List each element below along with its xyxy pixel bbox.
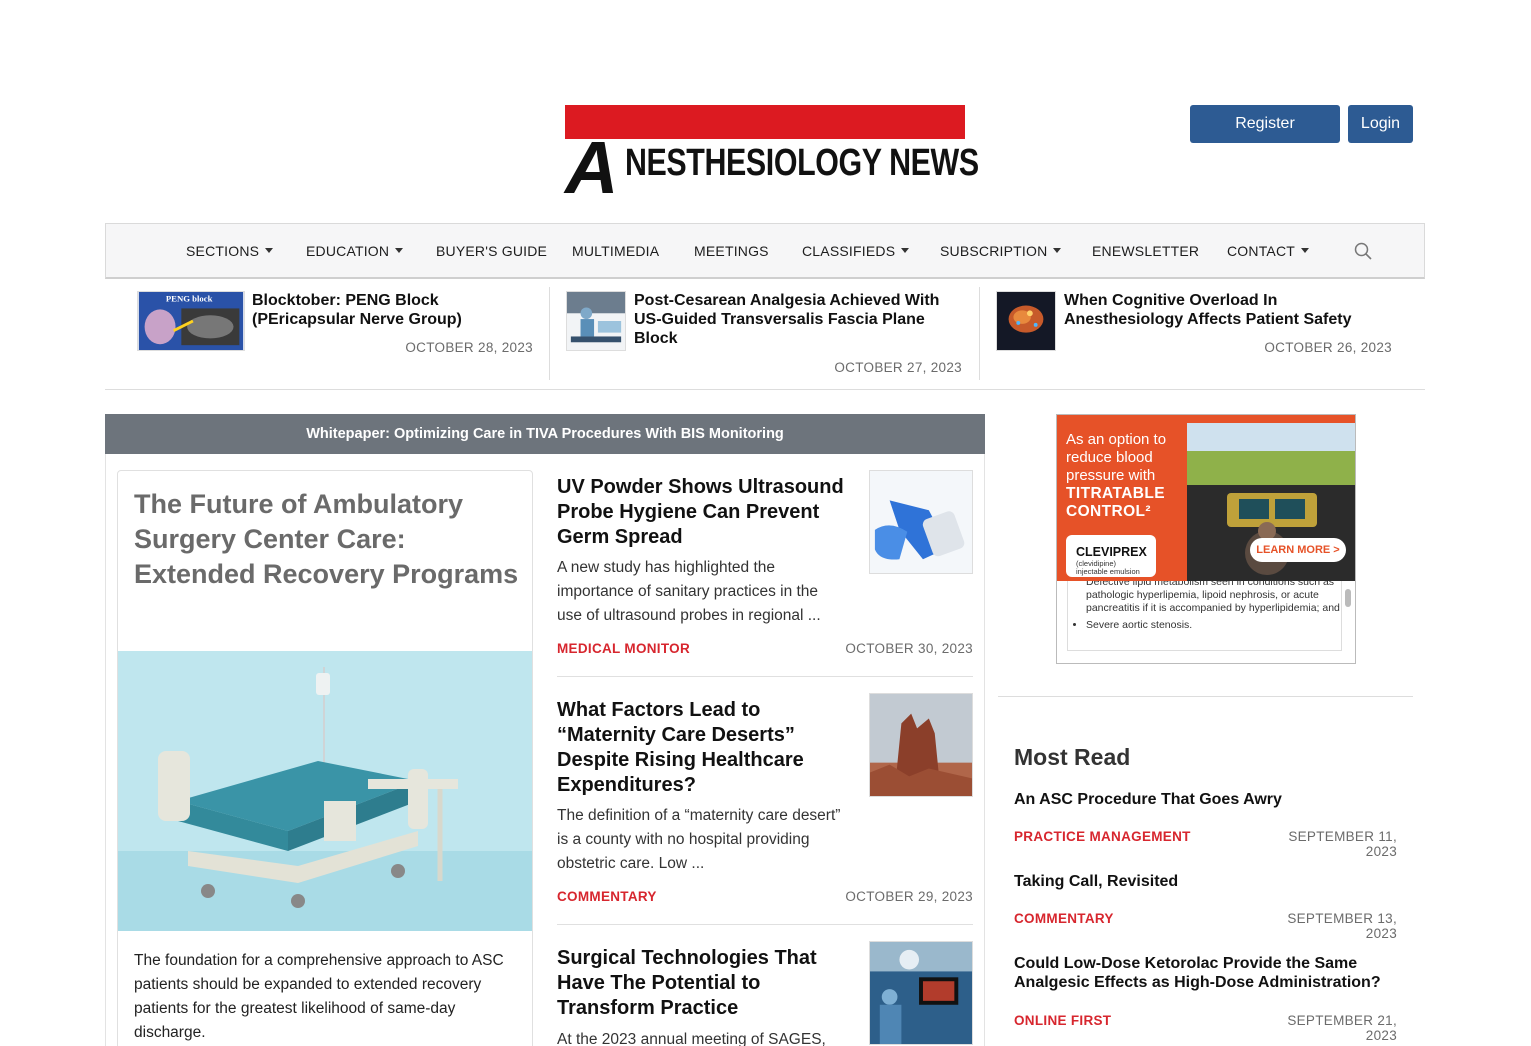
- ad-safety-info[interactable]: Defective lipid metabolism seen in condi…: [1067, 581, 1342, 651]
- ad-line2: TITRATABLE CONTROL²: [1066, 485, 1165, 520]
- divider: [979, 287, 980, 380]
- most-read-title[interactable]: Taking Call, Revisited: [1014, 872, 1404, 891]
- most-read-title[interactable]: Could Low-Dose Ketorolac Provide the Sam…: [1014, 954, 1404, 992]
- article-item[interactable]: What Factors Lead to “Maternity Care Des…: [557, 693, 973, 908]
- ad-brand-sub: (clevidipine) injectable emulsion: [1076, 559, 1140, 576]
- article-excerpt: At the 2023 annual meeting of SAGES,: [557, 1031, 826, 1046]
- caret-down-icon: [1053, 248, 1062, 253]
- most-read-date: SEPTEMBER 11, 2023: [1288, 829, 1397, 859]
- top-story-date: OCTOBER 27, 2023: [834, 360, 962, 375]
- article-date: OCTOBER 29, 2023: [845, 889, 973, 904]
- main-nav: SECTIONS EDUCATION BUYER'S GUIDE MULTIME…: [105, 223, 1425, 279]
- ad-isi-text: Defective lipid metabolism seen in condi…: [1086, 581, 1340, 614]
- article-title[interactable]: Surgical Technologies That Have The Pote…: [557, 946, 847, 1021]
- nav-label: ENEWSLETTER: [1092, 243, 1200, 259]
- article-category[interactable]: MEDICAL MONITOR: [557, 641, 690, 656]
- caret-down-icon: [265, 248, 274, 253]
- register-button[interactable]: Register: [1190, 105, 1340, 143]
- operating-room-image: [869, 941, 973, 1045]
- caret-down-icon: [901, 248, 910, 253]
- clinical-thumbnail: [566, 291, 626, 351]
- most-read-title[interactable]: An ASC Procedure That Goes Awry: [1014, 790, 1404, 809]
- section-divider: [998, 696, 1413, 697]
- nav-meetings[interactable]: MEETINGS: [694, 243, 769, 259]
- ad-learn-more-button[interactable]: LEARN MORE >: [1250, 538, 1346, 562]
- divider: [557, 924, 973, 925]
- feature-summary: The foundation for a comprehensive appro…: [134, 952, 504, 1041]
- nav-label: CLASSIFIEDS: [802, 243, 896, 259]
- top-story-date: OCTOBER 28, 2023: [405, 340, 533, 355]
- top-story-date: OCTOBER 26, 2023: [1264, 340, 1392, 355]
- nav-sections[interactable]: SECTIONS: [186, 243, 274, 259]
- nav-label: CONTACT: [1227, 243, 1296, 259]
- article-item[interactable]: UV Powder Shows Ultrasound Probe Hygiene…: [557, 470, 973, 665]
- nav-label: SECTIONS: [186, 243, 260, 259]
- advertisement[interactable]: As an option to reduce blood pressure wi…: [1056, 414, 1356, 664]
- divider: [549, 287, 550, 380]
- nav-classifieds[interactable]: CLASSIFIEDS: [802, 243, 910, 259]
- ad-isi-item: Severe aortic stenosis.: [1086, 619, 1341, 632]
- divider: [557, 676, 973, 677]
- search-icon[interactable]: [1354, 242, 1372, 260]
- logo-letter: A: [565, 126, 618, 209]
- top-story-title[interactable]: Blocktober: PENG Block (PEricapsular Ner…: [252, 291, 542, 329]
- nav-label: EDUCATION: [306, 243, 390, 259]
- article-item[interactable]: Surgical Technologies That Have The Pote…: [557, 941, 973, 1046]
- nav-subscription[interactable]: SUBSCRIPTION: [940, 243, 1062, 259]
- most-read-date: SEPTEMBER 13, 2023: [1287, 911, 1397, 941]
- brain-thumbnail: [996, 291, 1056, 351]
- feature-title[interactable]: The Future of Ambulatory Surgery Center …: [134, 487, 524, 592]
- most-read-heading: Most Read: [1014, 744, 1131, 770]
- hospital-bed-image: [118, 651, 532, 931]
- caret-down-icon: [1301, 248, 1310, 253]
- caret-down-icon: [395, 248, 404, 253]
- logo-text: NESTHESIOLOGY NEWS: [625, 142, 979, 184]
- nav-label: SUBSCRIPTION: [940, 243, 1048, 259]
- article-excerpt: A new study has highlighted the importan…: [557, 559, 821, 624]
- section-divider: [105, 389, 1425, 390]
- nav-buyers-guide[interactable]: BUYER'S GUIDE: [436, 243, 547, 259]
- article-excerpt: The definition of a “maternity care dese…: [557, 807, 841, 872]
- ad-brand-logo: CLEVIPREX (clevidipine) injectable emuls…: [1066, 535, 1156, 577]
- site-logo[interactable]: A NESTHESIOLOGY NEWS: [565, 105, 979, 209]
- ad-scrollbar[interactable]: [1345, 589, 1351, 607]
- most-read-category[interactable]: PRACTICE MANAGEMENT: [1014, 829, 1191, 844]
- ultrasound-probe-image: [869, 470, 973, 574]
- nav-contact[interactable]: CONTACT: [1227, 243, 1310, 259]
- top-story-title[interactable]: When Cognitive Overload In Anesthesiolog…: [1064, 291, 1384, 329]
- nav-label: BUYER'S GUIDE: [436, 243, 548, 259]
- ad-banner[interactable]: As an option to reduce blood pressure wi…: [1057, 415, 1355, 581]
- peng-block-thumbnail: PENG block: [137, 291, 245, 351]
- article-date: OCTOBER 30, 2023: [845, 641, 973, 656]
- article-title[interactable]: What Factors Lead to “Maternity Care Des…: [557, 698, 847, 798]
- logo-red-bar: [565, 105, 965, 139]
- feature-card[interactable]: The Future of Ambulatory Surgery Center …: [117, 470, 533, 1046]
- article-title[interactable]: UV Powder Shows Ultrasound Probe Hygiene…: [557, 475, 847, 550]
- ad-line1: As an option to reduce blood pressure wi…: [1066, 431, 1167, 484]
- ad-copy: As an option to reduce blood pressure wi…: [1066, 431, 1196, 521]
- top-story-title[interactable]: Post-Cesarean Analgesia Achieved With US…: [634, 291, 954, 348]
- article-category[interactable]: COMMENTARY: [557, 889, 657, 904]
- most-read-category[interactable]: ONLINE FIRST: [1014, 1013, 1111, 1028]
- nav-label: MEETINGS: [694, 243, 769, 259]
- nav-enewsletter[interactable]: ENEWSLETTER: [1092, 243, 1199, 259]
- nav-label: MULTIMEDIA: [572, 243, 660, 259]
- nav-multimedia[interactable]: MULTIMEDIA: [572, 243, 659, 259]
- desert-rock-image: [869, 693, 973, 797]
- most-read-date: SEPTEMBER 21, 2023: [1287, 1013, 1397, 1043]
- ad-brand: CLEVIPREX: [1076, 545, 1147, 559]
- nav-education[interactable]: EDUCATION: [306, 243, 404, 259]
- most-read-category[interactable]: COMMENTARY: [1014, 911, 1114, 926]
- whitepaper-banner[interactable]: Whitepaper: Optimizing Care in TIVA Proc…: [105, 414, 985, 454]
- login-button[interactable]: Login: [1348, 105, 1413, 143]
- thumb-label: PENG block: [166, 294, 213, 304]
